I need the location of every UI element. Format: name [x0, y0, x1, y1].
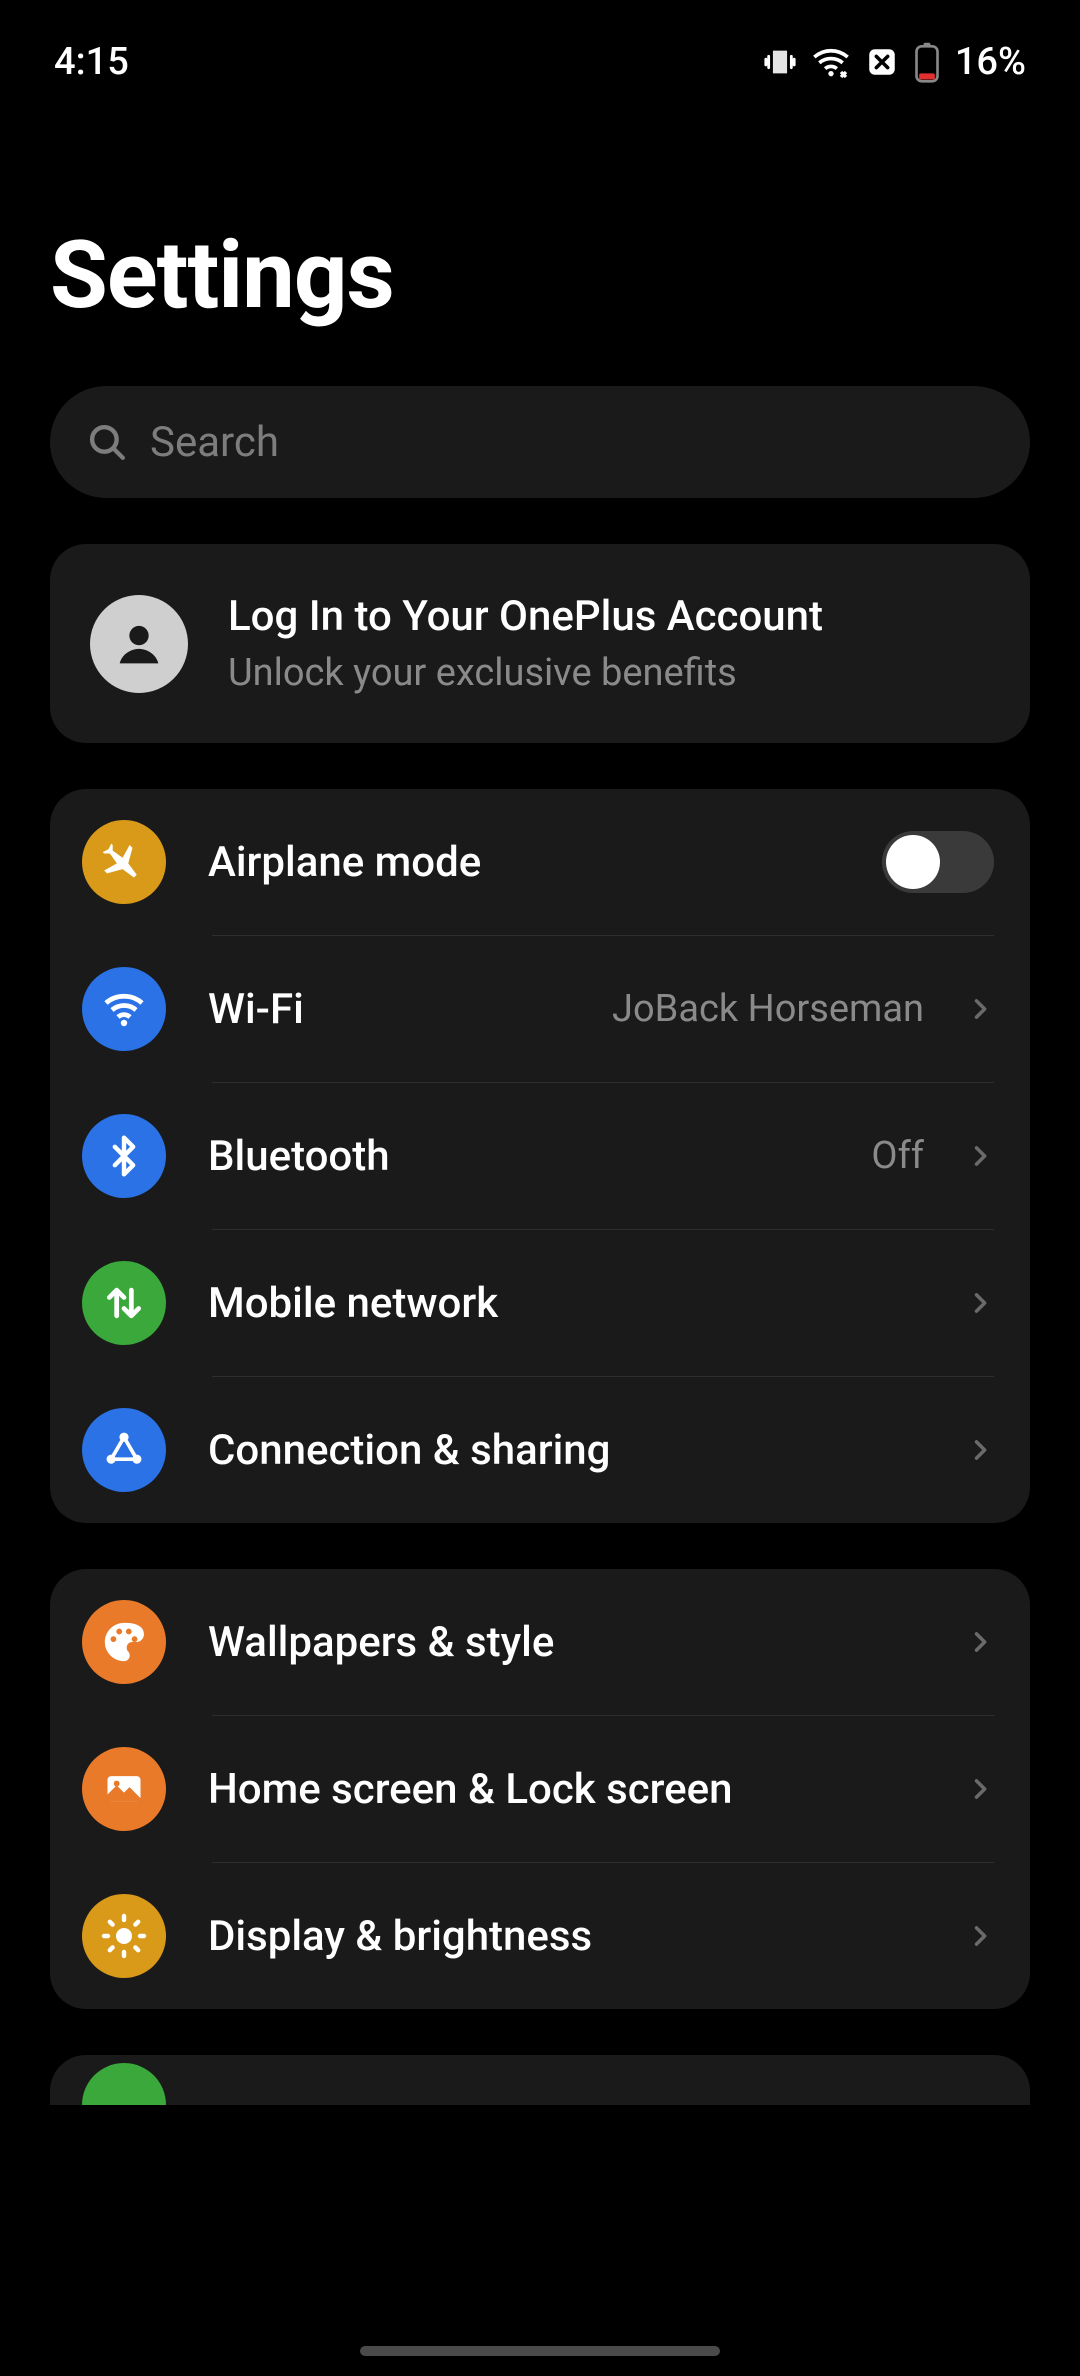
status-icons: 16%: [763, 40, 1026, 84]
row-mobile-network-label: Mobile network: [208, 1279, 924, 1328]
row-wallpapers[interactable]: Wallpapers & style: [50, 1569, 1030, 1715]
airplane-icon: [82, 820, 166, 904]
row-homescreen-label: Home screen & Lock screen: [208, 1765, 924, 1814]
brightness-icon: [82, 1894, 166, 1978]
chevron-right-icon: [966, 1628, 994, 1656]
row-wifi-label: Wi-Fi: [208, 985, 570, 1034]
search-input[interactable]: Search: [50, 386, 1030, 498]
row-bluetooth-label: Bluetooth: [208, 1132, 829, 1181]
row-connection-sharing-label: Connection & sharing: [208, 1426, 924, 1475]
row-display[interactable]: Display & brightness: [50, 1863, 1030, 2009]
row-airplane[interactable]: Airplane mode: [50, 789, 1030, 935]
row-connection-sharing[interactable]: Connection & sharing: [50, 1377, 1030, 1523]
status-bar: 4:15 16%: [0, 0, 1080, 90]
connection-sharing-icon: [82, 1408, 166, 1492]
no-sim-icon: [865, 45, 899, 79]
page-title: Settings: [0, 90, 1080, 370]
row-wallpapers-label: Wallpapers & style: [208, 1618, 924, 1667]
battery-icon: [913, 41, 941, 83]
search-icon: [86, 421, 128, 463]
chevron-right-icon: [966, 1289, 994, 1317]
row-airplane-label: Airplane mode: [208, 838, 840, 887]
battery-percent: 16%: [955, 40, 1026, 84]
mobile-network-icon: [82, 1261, 166, 1345]
row-wifi-value: JoBack Horseman: [612, 987, 924, 1031]
bluetooth-icon: [82, 1114, 166, 1198]
row-homescreen[interactable]: Home screen & Lock screen: [50, 1716, 1030, 1862]
row-bluetooth[interactable]: Bluetooth Off: [50, 1083, 1030, 1229]
vibrate-icon: [763, 45, 797, 79]
account-title: Log In to Your OnePlus Account: [228, 592, 823, 641]
account-subtitle: Unlock your exclusive benefits: [228, 651, 823, 695]
wifi-row-icon: [82, 967, 166, 1051]
status-time: 4:15: [54, 40, 129, 84]
image-icon: [82, 1747, 166, 1831]
chevron-right-icon: [966, 1436, 994, 1464]
user-icon: [110, 615, 168, 673]
settings-group-personalization: Wallpapers & style Home screen & Lock sc…: [50, 1569, 1030, 2009]
avatar: [90, 595, 188, 693]
row-wifi[interactable]: Wi-Fi JoBack Horseman: [50, 936, 1030, 1082]
chevron-right-icon: [966, 1922, 994, 1950]
wifi-icon: [811, 42, 851, 82]
chevron-right-icon: [966, 995, 994, 1023]
settings-group-connectivity: Airplane mode Wi-Fi JoBack Horseman Blue…: [50, 789, 1030, 1523]
row-mobile-network[interactable]: Mobile network: [50, 1230, 1030, 1376]
airplane-toggle[interactable]: [882, 831, 994, 893]
next-card-partial: [50, 2055, 1030, 2105]
row-bluetooth-value: Off: [871, 1134, 924, 1178]
search-placeholder: Search: [150, 418, 279, 467]
gesture-nav-bar[interactable]: [360, 2346, 720, 2356]
chevron-right-icon: [966, 1775, 994, 1803]
palette-icon: [82, 1600, 166, 1684]
row-display-label: Display & brightness: [208, 1912, 924, 1961]
chevron-right-icon: [966, 1142, 994, 1170]
account-login-card[interactable]: Log In to Your OnePlus Account Unlock yo…: [50, 544, 1030, 743]
